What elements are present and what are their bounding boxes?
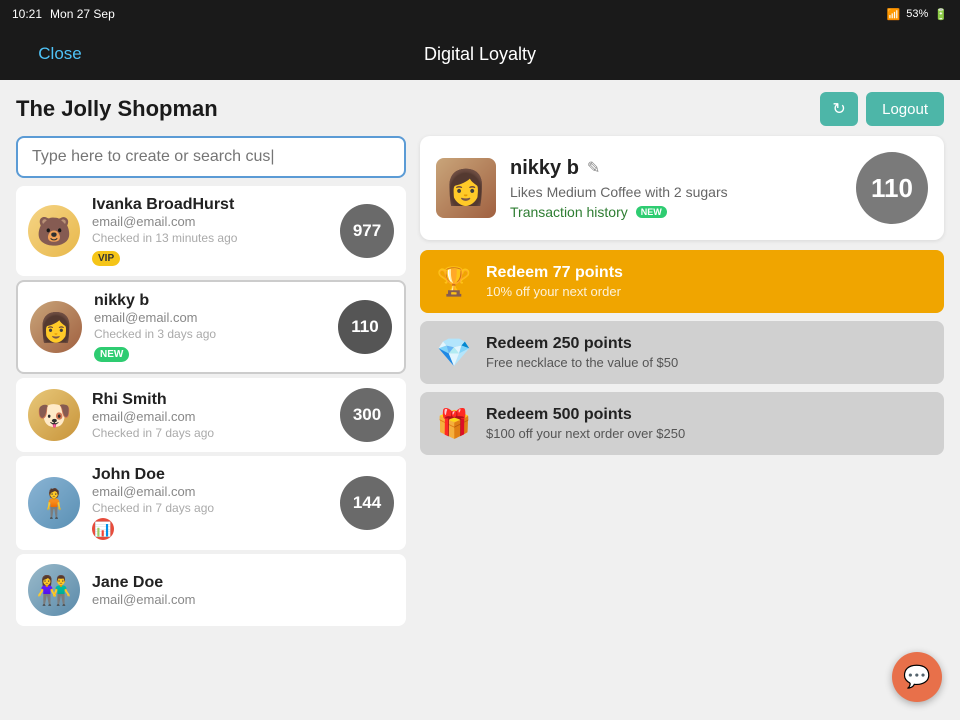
- two-column-layout: 🐻Ivanka BroadHurstemail@email.comChecked…: [16, 136, 944, 708]
- customer-badge-area: 📊: [92, 518, 328, 540]
- redeem-desc: 10% off your next order: [486, 284, 928, 299]
- redeem-info: Redeem 250 points Free necklace to the va…: [486, 335, 928, 370]
- date: Mon 27 Sep: [50, 7, 115, 21]
- customer-checkin: Checked in 7 days ago: [92, 501, 328, 515]
- selected-customer-info: nikky b ✎ Likes Medium Coffee with 2 sug…: [510, 157, 842, 220]
- customer-checkin: Checked in 13 minutes ago: [92, 231, 328, 245]
- customer-checkin: Checked in 7 days ago: [92, 426, 328, 440]
- customer-info: John Doeemail@email.com Checked in 7 days…: [92, 466, 328, 540]
- redeem-icon: 🏆: [436, 265, 472, 298]
- battery-icon: 🔋: [934, 8, 948, 21]
- shop-row: The Jolly Shopman ↻ Logout: [16, 92, 944, 126]
- customer-badge-area: NEW: [94, 344, 326, 362]
- customer-email: email@email.com: [92, 409, 328, 424]
- customer-name: Ivanka BroadHurst: [92, 196, 328, 214]
- selected-preference: Likes Medium Coffee with 2 sugars: [510, 184, 842, 200]
- chat-bubble-button[interactable]: 💬: [892, 652, 942, 702]
- redeem-option[interactable]: 🎁 Redeem 500 points $100 off your next ord…: [420, 392, 944, 455]
- customer-info: nikky bemail@email.com Checked in 3 days …: [94, 292, 326, 362]
- customer-list-item[interactable]: 🧍 John Doeemail@email.com Checked in 7 day…: [16, 456, 406, 550]
- customer-info: Rhi Smithemail@email.com Checked in 7 day…: [92, 391, 328, 440]
- customer-list-item[interactable]: 👫 Jane Doeemail@email.com: [16, 554, 406, 626]
- vip-badge: VIP: [92, 251, 120, 266]
- customer-name: Rhi Smith: [92, 391, 328, 409]
- right-panel: 👩 nikky b ✎ Likes Medium Coffee with 2 s…: [420, 136, 944, 708]
- chart-badge: 📊: [92, 518, 114, 540]
- close-button[interactable]: Close: [20, 44, 100, 64]
- redeem-title: Redeem 77 points: [486, 264, 928, 282]
- customer-email: email@email.com: [94, 310, 326, 325]
- redeem-title: Redeem 500 points: [486, 406, 928, 424]
- customer-avatar: 🧍: [28, 477, 80, 529]
- redeem-title: Redeem 250 points: [486, 335, 928, 353]
- selected-name-row: nikky b ✎: [510, 157, 842, 180]
- redeem-options: 🏆 Redeem 77 points 10% off your next order…: [420, 250, 944, 455]
- shop-title: The Jolly Shopman: [16, 96, 218, 122]
- points-circle: 977: [340, 204, 394, 258]
- logout-button[interactable]: Logout: [866, 92, 944, 126]
- redeem-desc: $100 off your next order over $250: [486, 426, 928, 441]
- app-header: Close Digital Loyalty: [0, 28, 960, 80]
- customer-email: email@email.com: [92, 214, 328, 229]
- redeem-icon: 🎁: [436, 407, 472, 440]
- selected-customer-name: nikky b: [510, 157, 579, 180]
- customer-info: Ivanka BroadHurstemail@email.com Checked …: [92, 196, 328, 266]
- new-badge: NEW: [94, 347, 129, 362]
- points-circle: 144: [340, 476, 394, 530]
- search-input[interactable]: [16, 136, 406, 178]
- customer-list: 🐻Ivanka BroadHurstemail@email.comChecked…: [16, 186, 406, 629]
- customer-list-item[interactable]: 👩 nikky bemail@email.com Checked in 3 days…: [16, 280, 406, 374]
- customer-avatar: 👫: [28, 564, 80, 616]
- customer-list-item[interactable]: 🐶 Rhi Smithemail@email.com Checked in 7 da…: [16, 378, 406, 452]
- redeem-option[interactable]: 🏆 Redeem 77 points 10% off your next order: [420, 250, 944, 313]
- left-panel: 🐻Ivanka BroadHurstemail@email.comChecked…: [16, 136, 406, 708]
- redeem-desc: Free necklace to the value of $50: [486, 355, 928, 370]
- redeem-option[interactable]: 💎 Redeem 250 points Free necklace to the v…: [420, 321, 944, 384]
- refresh-button[interactable]: ↻: [820, 92, 858, 126]
- app-title: Digital Loyalty: [100, 44, 860, 65]
- main-content: The Jolly Shopman ↻ Logout 🐻Ivanka Broad…: [0, 80, 960, 720]
- customer-name: nikky b: [94, 292, 326, 310]
- customer-email: email@email.com: [92, 484, 328, 499]
- customer-checkin: Checked in 3 days ago: [94, 327, 326, 341]
- header-actions: ↻ Logout: [820, 92, 944, 126]
- customer-avatar: 🐶: [28, 389, 80, 441]
- redeem-icon: 💎: [436, 336, 472, 369]
- battery-percent: 53%: [906, 8, 928, 20]
- customer-name: John Doe: [92, 466, 328, 484]
- wifi-icon: 📶: [887, 8, 901, 21]
- edit-icon[interactable]: ✎: [587, 158, 600, 178]
- customer-badge-area: VIP: [92, 248, 328, 266]
- customer-avatar: 🐻: [28, 205, 80, 257]
- points-circle: 110: [338, 300, 392, 354]
- selected-customer-avatar: 👩: [436, 158, 496, 218]
- transaction-history-link[interactable]: Transaction history: [510, 204, 628, 220]
- selected-customer-card: 👩 nikky b ✎ Likes Medium Coffee with 2 s…: [420, 136, 944, 240]
- customer-email: email@email.com: [92, 592, 394, 607]
- redeem-info: Redeem 77 points 10% off your next order: [486, 264, 928, 299]
- status-bar: 10:21 Mon 27 Sep 📶 53% 🔋: [0, 0, 960, 28]
- customer-info: Jane Doeemail@email.com: [92, 574, 394, 607]
- customer-name: Jane Doe: [92, 574, 394, 592]
- time: 10:21: [12, 7, 42, 21]
- customer-avatar: 👩: [30, 301, 82, 353]
- customer-list-item[interactable]: 🐻 Ivanka BroadHurstemail@email.com Checked…: [16, 186, 406, 276]
- new-badge: NEW: [636, 206, 667, 218]
- redeem-info: Redeem 500 points $100 off your next orde…: [486, 406, 928, 441]
- selected-points-circle: 110: [856, 152, 928, 224]
- points-circle: 300: [340, 388, 394, 442]
